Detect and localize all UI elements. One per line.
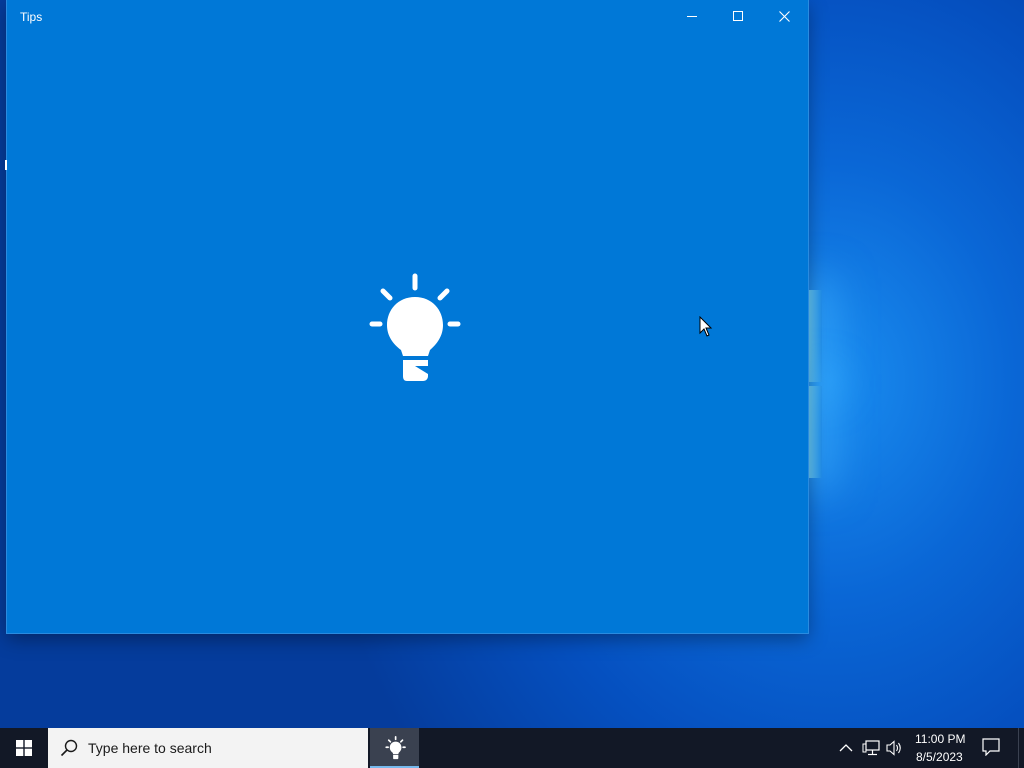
show-desktop-button[interactable] (1018, 728, 1019, 768)
desktop-logo-pane-upper (808, 290, 822, 382)
minimize-button[interactable] (669, 0, 715, 32)
clock-time: 11:00 PM (915, 732, 966, 746)
volume-icon[interactable] (886, 740, 904, 756)
windows-logo-icon (16, 740, 32, 756)
search-box[interactable]: Type here to search (48, 728, 368, 768)
taskbar-app-tips[interactable] (370, 728, 419, 768)
minimize-icon (687, 16, 697, 17)
lightbulb-splash (362, 270, 462, 390)
action-center-icon[interactable] (982, 738, 1000, 756)
mouse-cursor-icon (699, 316, 713, 337)
window-title: Tips (20, 10, 43, 24)
lightbulb-icon (369, 273, 461, 381)
desktop-logo-pane-lower (808, 386, 822, 478)
maximize-icon (733, 11, 743, 21)
search-icon (60, 739, 78, 757)
maximize-button[interactable] (715, 0, 761, 32)
close-icon (778, 10, 790, 22)
start-button[interactable] (0, 728, 48, 768)
tips-window: Tips (7, 0, 808, 633)
search-placeholder: Type here to search (88, 740, 212, 756)
lightbulb-icon (384, 736, 406, 760)
window-edge-marker (5, 160, 7, 170)
close-button[interactable] (761, 0, 807, 32)
taskbar: Type here to search 11:00 PM 8/5/2023 (0, 728, 1024, 768)
title-bar[interactable]: Tips (7, 0, 808, 32)
clock-date: 8/5/2023 (916, 750, 963, 764)
network-icon[interactable] (862, 740, 880, 756)
chevron-up-icon[interactable] (839, 742, 853, 754)
